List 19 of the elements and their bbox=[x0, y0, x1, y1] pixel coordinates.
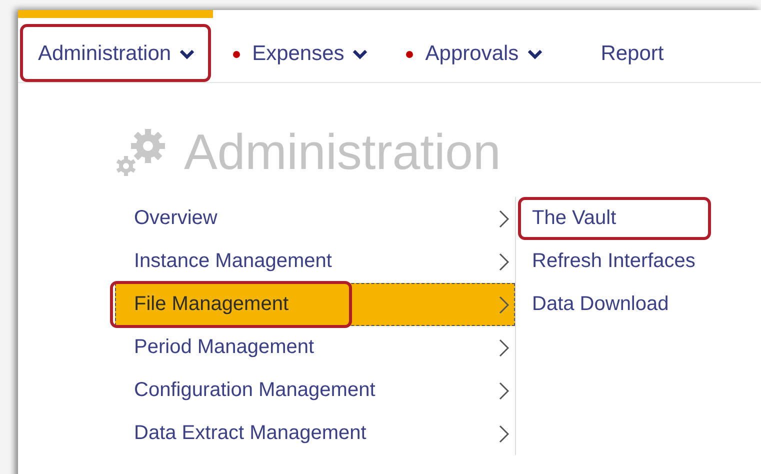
menu-item[interactable]: Period Management bbox=[115, 326, 515, 369]
nav-tab[interactable]: Expenses bbox=[213, 10, 386, 82]
menu-item[interactable]: Configuration Management bbox=[115, 369, 515, 412]
chevron-right-icon bbox=[498, 252, 510, 272]
submenu-item[interactable]: Data Download bbox=[516, 283, 712, 326]
chevron-right-icon bbox=[498, 294, 510, 314]
nav-tab[interactable]: Approvals bbox=[386, 10, 561, 82]
submenu-item[interactable]: Refresh Interfaces bbox=[516, 240, 712, 283]
submenu-item[interactable]: The Vault bbox=[518, 197, 712, 240]
chevron-right-icon bbox=[498, 424, 510, 444]
chevron-right-icon bbox=[498, 380, 510, 400]
nav-tab[interactable]: Report bbox=[560, 10, 682, 82]
page-title: Administration bbox=[184, 127, 501, 177]
menu-item[interactable]: Overview bbox=[115, 197, 515, 240]
nav-tab[interactable]: Administration bbox=[18, 10, 214, 82]
chevron-right-icon bbox=[498, 208, 510, 228]
menu-item[interactable]: Instance Management bbox=[115, 240, 515, 283]
menu-item[interactable]: Data Extract Management bbox=[115, 412, 515, 455]
chevron-right-icon bbox=[498, 338, 510, 358]
